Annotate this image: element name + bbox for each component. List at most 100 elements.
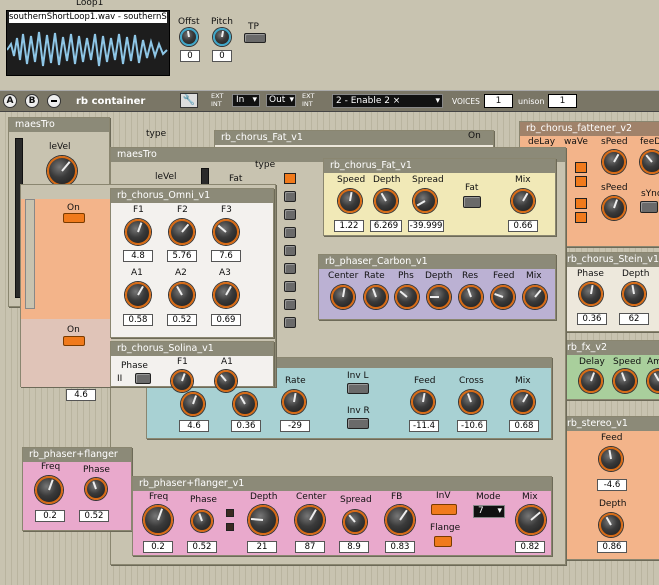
a3-knob[interactable] [213,282,239,308]
pitch-value[interactable]: 0 [212,50,232,62]
loop-waveform[interactable]: southernShortLoop1.wav - southernS [6,10,170,76]
wave-button-2[interactable] [575,176,587,187]
value-2[interactable]: 0.36 [231,420,261,432]
freq-knob[interactable] [35,476,63,504]
am-knob[interactable] [647,369,659,393]
mix-knob[interactable] [523,285,547,309]
freq-value[interactable]: 0.2 [35,510,65,522]
center-knob[interactable] [331,285,355,309]
mix-knob[interactable] [516,505,546,535]
a2-knob[interactable] [169,282,195,308]
spread-knob[interactable] [343,510,367,534]
wave-button-1[interactable] [575,162,587,173]
rate-knob[interactable] [364,285,388,309]
type-button-5[interactable] [284,245,296,256]
phase-knob[interactable] [85,478,107,500]
rate-knob[interactable] [282,390,306,414]
phase-button[interactable] [135,373,151,384]
mix-value[interactable]: 0.66 [508,220,538,232]
f1-knob[interactable] [125,219,151,245]
cross-knob[interactable] [459,390,483,414]
speed2-knob[interactable] [602,196,626,220]
type-button-2[interactable] [284,191,296,202]
left-value[interactable]: 4.6 [66,389,96,401]
freq-value[interactable]: 0.2 [143,541,173,553]
spread-value[interactable]: 8.9 [339,541,369,553]
spread-value[interactable]: -39.999 [408,220,444,232]
fb-knob[interactable] [385,505,415,535]
a1-value[interactable]: 0.58 [123,314,153,326]
depth-knob[interactable] [374,189,398,213]
depth-knob[interactable] [622,282,646,306]
type-button-4[interactable] [284,227,296,238]
mode-select[interactable]: 7 ▾ [473,505,505,518]
speed-knob[interactable] [602,150,626,174]
inv-button[interactable] [431,504,457,515]
depth-value[interactable]: 62 [619,313,649,325]
feed-knob[interactable] [640,150,659,174]
toggle-1[interactable] [226,509,234,517]
fat-button[interactable] [463,196,481,208]
button-b[interactable]: B [25,94,39,108]
phase-value[interactable]: 0.52 [187,541,217,553]
f1-value[interactable]: 4.8 [123,250,153,262]
button-a[interactable]: A [3,94,17,108]
a1-knob[interactable] [125,282,151,308]
phase-knob[interactable] [579,282,603,306]
depth-knob[interactable] [599,513,623,537]
mix-value[interactable]: 0.68 [509,420,539,432]
preset-select[interactable]: 2 - Enable 2 × ▾ [332,94,443,108]
depth-knob[interactable] [248,505,278,535]
feed-knob[interactable] [411,390,435,414]
phase-value[interactable]: 0.36 [577,313,607,325]
type-button-9[interactable] [284,317,296,328]
phs-knob[interactable] [395,285,419,309]
knob-1[interactable] [181,392,205,416]
f3-value[interactable]: 7.6 [211,250,241,262]
a1-knob[interactable] [215,370,237,392]
fb-value[interactable]: 0.83 [385,541,415,553]
offset-value[interactable]: 0 [180,50,200,62]
freq-knob[interactable] [143,505,173,535]
a3-value[interactable]: 0.69 [211,314,241,326]
on-button-1[interactable] [63,213,85,223]
cross-value[interactable]: -10.6 [457,420,487,432]
on-button-2[interactable] [63,336,85,346]
wave-button-4[interactable] [575,212,587,223]
feed-value[interactable]: -4.6 [597,479,627,491]
value-1[interactable]: 4.6 [179,420,209,432]
wrench-icon[interactable]: 🔧 [180,93,198,108]
delay-knob[interactable] [579,369,603,393]
speed-knob[interactable] [613,369,637,393]
center-value[interactable]: 87 [295,541,325,553]
type-button-6[interactable] [284,263,296,274]
feed-knob[interactable] [491,285,515,309]
feed-knob[interactable] [599,447,623,471]
mix-knob[interactable] [511,390,535,414]
flange-button[interactable] [434,536,452,547]
feed-value[interactable]: -11.4 [409,420,439,432]
phase-value[interactable]: 0.52 [79,510,109,522]
f1-knob[interactable] [171,370,193,392]
type-button-3[interactable] [284,209,296,220]
input-select[interactable]: In ▾ [232,94,260,107]
tp-button[interactable] [244,33,266,43]
phase-knob[interactable] [191,510,213,532]
wave-button-3[interactable] [575,198,587,209]
mix-value[interactable]: 0.82 [515,541,545,553]
f3-knob[interactable] [213,219,239,245]
speed-knob[interactable] [338,189,362,213]
voices-field[interactable]: 1 [484,94,513,108]
pitch-knob[interactable] [213,28,231,46]
collapse-button[interactable] [47,94,61,108]
sync-button[interactable] [640,201,658,213]
res-knob[interactable] [459,285,483,309]
knob-2[interactable] [233,392,257,416]
mix-knob[interactable] [511,189,535,213]
depth-value[interactable]: 21 [247,541,277,553]
f2-knob[interactable] [169,219,195,245]
type-button-8[interactable] [284,299,296,310]
offset-knob[interactable] [180,28,198,46]
f2-value[interactable]: 5.76 [167,250,197,262]
rate-value[interactable]: -29 [280,420,310,432]
